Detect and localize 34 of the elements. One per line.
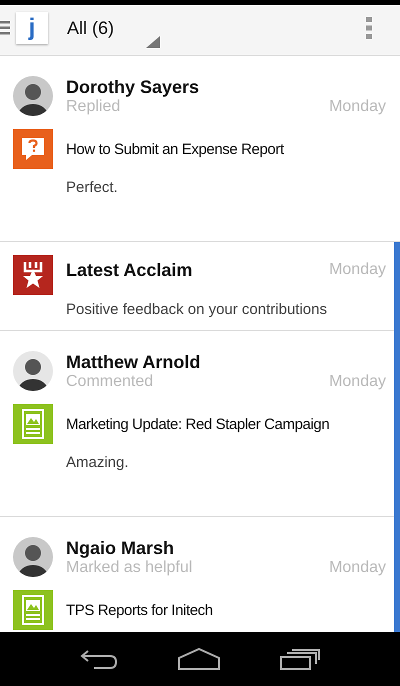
back-icon[interactable] — [80, 648, 118, 670]
image-document-icon — [13, 404, 53, 444]
person-name[interactable]: Ngaio Marsh — [66, 538, 386, 558]
feed-item[interactable]: Dorothy Sayers Replied Monday How to Submit an Expense Report Perfect. — [0, 56, 400, 242]
recent-apps-icon[interactable] — [280, 648, 320, 670]
content-title[interactable]: Marketing Update: Red Stapler Campaign — [66, 416, 330, 432]
question-icon — [13, 129, 53, 169]
comment-text: Perfect. — [66, 179, 119, 196]
date-label: Monday — [329, 261, 386, 279]
filter-dropdown[interactable]: All (6) — [67, 18, 114, 38]
feed-item[interactable]: Matthew Arnold Commented Monday Marketing Update: Red Stapler Campaign Amazing. — [0, 331, 400, 517]
date-label: Monday — [329, 372, 386, 390]
date-label: Monday — [329, 558, 386, 576]
activity-type: Replied — [66, 98, 120, 116]
comment-text: Amazing. — [66, 454, 130, 471]
avatar[interactable] — [13, 76, 53, 116]
dropdown-icon — [146, 36, 160, 48]
image-document-icon — [13, 590, 53, 630]
feed-item[interactable]: Latest Acclaim Monday Positive feedback on your contributions — [0, 242, 400, 331]
activity-type: Commented — [66, 372, 154, 390]
notification-title[interactable]: Latest Acclaim — [66, 260, 330, 280]
person-name[interactable]: Matthew Arnold — [66, 352, 386, 372]
app-logo[interactable]: j — [16, 12, 48, 44]
overflow-menu-icon[interactable] — [366, 17, 372, 39]
home-icon[interactable] — [178, 648, 220, 670]
avatar[interactable] — [13, 351, 53, 391]
menu-icon[interactable] — [0, 21, 10, 35]
notification-text: Positive feedback on your contributions — [66, 301, 328, 318]
avatar[interactable] — [13, 537, 53, 577]
content-title[interactable]: TPS Reports for Initech — [66, 602, 213, 618]
date-label: Monday — [329, 98, 386, 116]
activity-type: Marked as helpful — [66, 558, 192, 576]
content-title[interactable]: How to Submit an Expense Report — [66, 140, 284, 158]
person-name[interactable]: Dorothy Sayers — [66, 76, 386, 98]
